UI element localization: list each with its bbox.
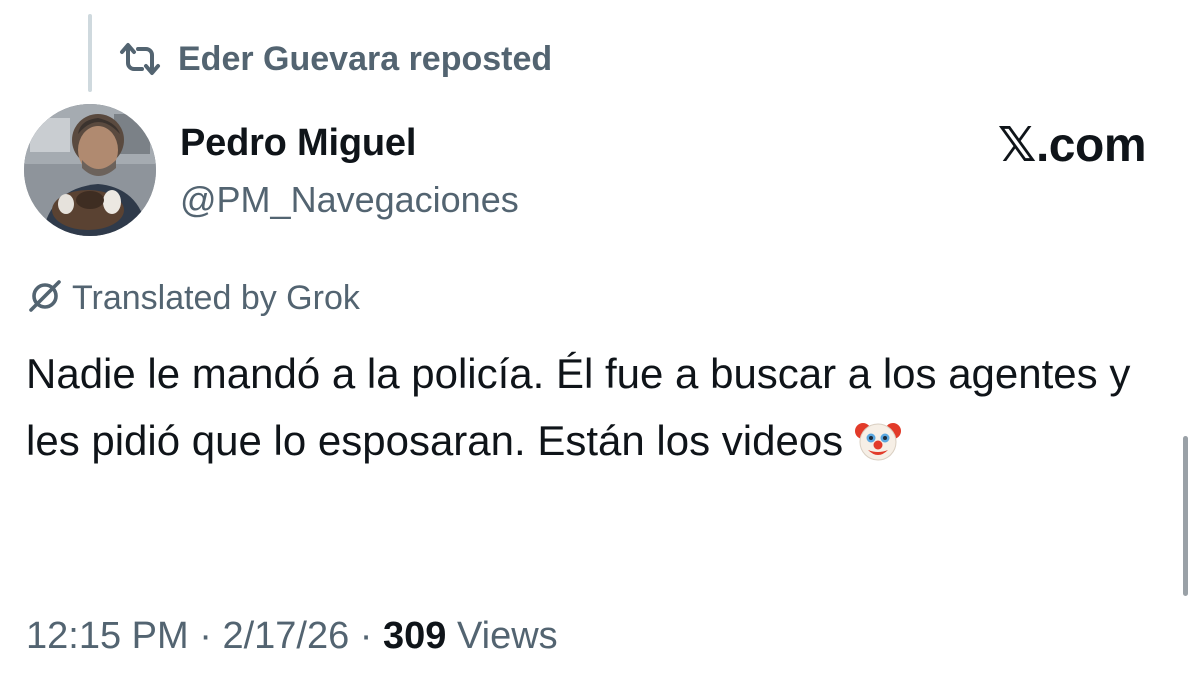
translation-indicator[interactable]: Translated by Grok — [26, 276, 360, 320]
post-date[interactable]: 2/17/26 — [222, 615, 349, 657]
meta-separator: · — [359, 615, 373, 657]
avatar[interactable] — [24, 104, 156, 236]
views-count[interactable]: 309 — [383, 615, 446, 657]
post-metadata: 12:15 PM · 2/17/26 · 309 Views — [26, 612, 558, 660]
meta-separator: · — [199, 615, 212, 657]
profile-photo — [24, 104, 156, 236]
grok-icon — [26, 277, 64, 320]
post-body: Nadie le mandó a la policía. Él fue a bu… — [26, 340, 1146, 482]
tweet-screenshot: Eder Guevara reposted Pedro Miguel @PM_N… — [0, 0, 1200, 684]
post-text: Nadie le mandó a la policía. Él fue a bu… — [26, 350, 1131, 464]
site-label: 𝕏.com — [997, 119, 1147, 172]
author-name[interactable]: Pedro Miguel — [180, 120, 519, 166]
author-handle[interactable]: @PM_Navegaciones — [180, 176, 519, 224]
repost-text: Eder Guevara reposted — [178, 40, 553, 78]
scrollbar[interactable] — [1183, 436, 1188, 596]
repost-indicator[interactable]: Eder Guevara reposted — [118, 36, 552, 82]
views-label: Views — [456, 615, 558, 657]
post-time[interactable]: 12:15 PM — [26, 615, 189, 657]
author-info[interactable]: Pedro Miguel @PM_Navegaciones — [180, 120, 519, 224]
repost-icon — [118, 41, 162, 77]
translation-text: Translated by Grok — [72, 279, 360, 317]
clown-face-emoji — [855, 415, 902, 482]
thread-line — [88, 14, 92, 92]
